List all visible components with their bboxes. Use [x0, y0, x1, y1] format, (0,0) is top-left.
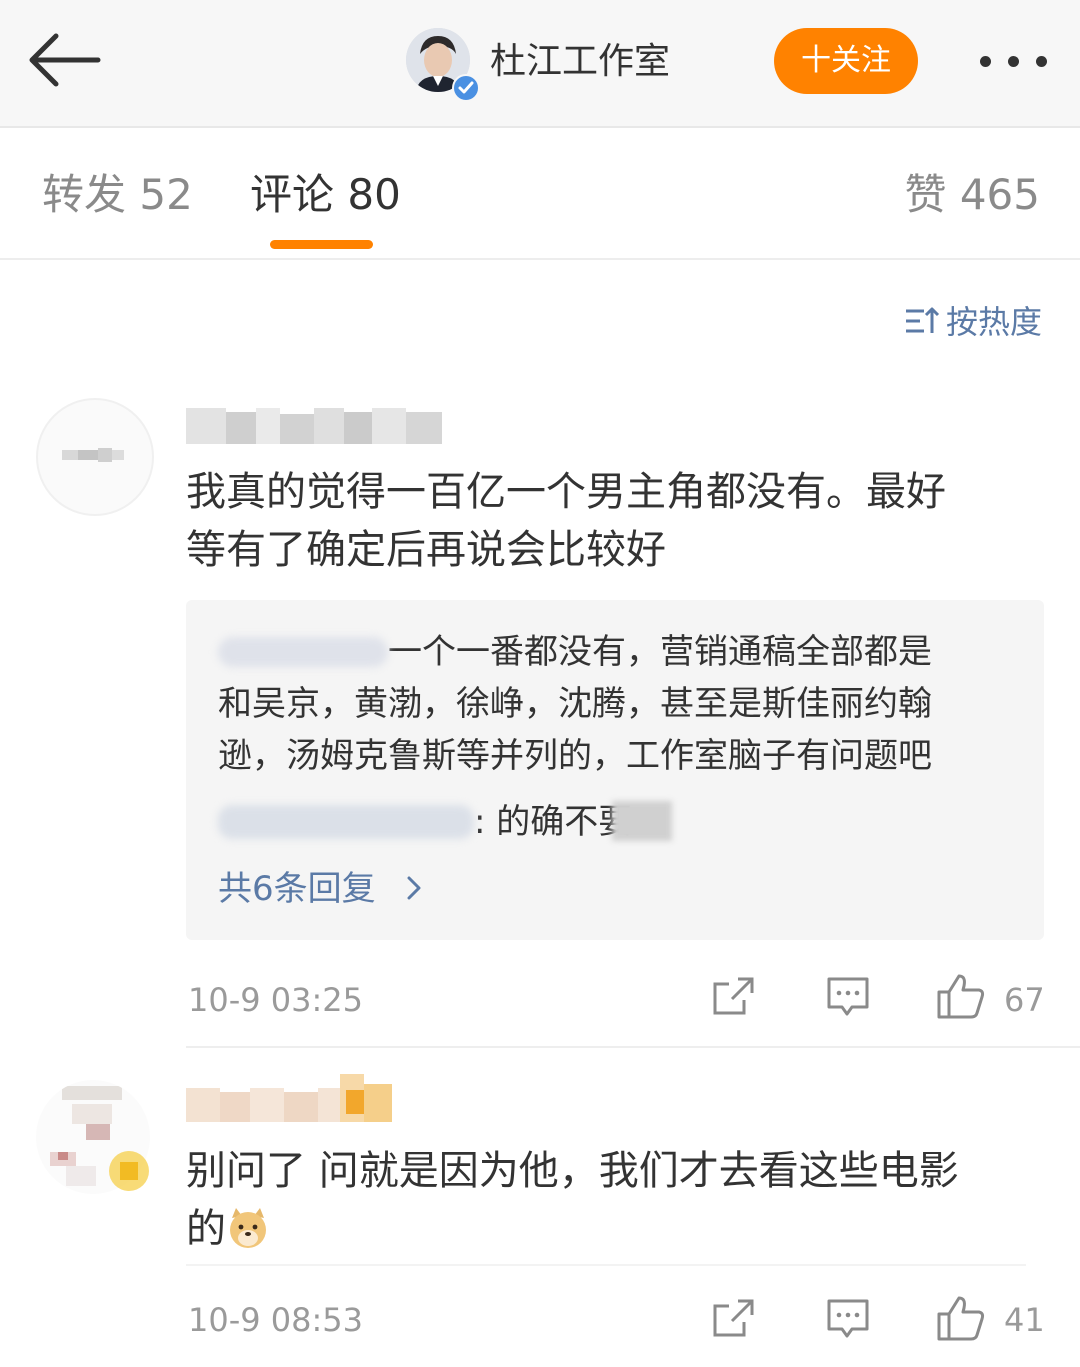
comment-icon[interactable] [826, 1298, 870, 1344]
follow-button[interactable]: 十关注 [774, 28, 918, 94]
comment-text-tail: 的 [186, 1206, 226, 1252]
sort-icon [904, 304, 940, 336]
reply-line: 一个一番都没有，营销通稿全部都是 [218, 626, 932, 678]
like-count: 67 [1004, 981, 1045, 1019]
comment-icon[interactable] [826, 976, 870, 1022]
tab-comment[interactable]: 评论 80 [250, 168, 401, 222]
reply-count-label: 共6条回复 [218, 869, 376, 909]
comment-divider [186, 1264, 1026, 1266]
reply-text: 一个一番都没有，营销通稿全部都是 [388, 632, 932, 672]
sort-by-hot-button[interactable]: 按热度 [904, 300, 1042, 344]
comment-text-line: 的 [186, 1200, 1026, 1258]
comment-timestamp: 10-9 03:25 [188, 981, 364, 1019]
back-arrow-icon[interactable] [26, 28, 106, 92]
replier-name-blurred [218, 637, 388, 667]
member-badge-icon [106, 1148, 152, 1198]
reply-text: : 的确不要 [474, 802, 633, 842]
commenter-name-pixelated[interactable] [186, 1074, 392, 1122]
comment-timestamp: 10-9 08:53 [188, 1301, 364, 1339]
comment-text-line: 别问了 问就是因为他，我们才去看这些电影 [186, 1148, 959, 1194]
commenter-avatar[interactable] [36, 398, 154, 516]
comment-text-line: 等有了确定后再说会比较好 [186, 527, 666, 573]
reply-line: : 的确不要 [218, 796, 673, 848]
comment-body: 别问了 问就是因为他，我们才去看这些电影 的 [186, 1142, 1026, 1258]
thumbs-up-icon[interactable] [936, 1294, 986, 1346]
tab-like[interactable]: 赞 465 [904, 168, 1040, 222]
reply-line: 逊，汤姆克鲁斯等并列的，工作室脑子有问题吧 [218, 736, 932, 776]
top-navigation-bar: 杜江工作室 十关注 [0, 0, 1080, 128]
reply-line: 和吴京，黄渤，徐峥，沈腾，甚至是斯佳丽约翰 [218, 684, 932, 724]
share-icon[interactable] [712, 1298, 756, 1342]
comment-divider [186, 1046, 1080, 1048]
account-name[interactable]: 杜江工作室 [490, 36, 670, 88]
view-all-replies-link[interactable]: 共6条回复 [218, 864, 424, 914]
verified-badge-icon [452, 74, 480, 102]
tab-bar: 转发 52 评论 80 赞 465 [0, 128, 1080, 260]
reply-preview-box[interactable]: 一个一番都没有，营销通稿全部都是 和吴京，黄渤，徐峥，沈腾，甚至是斯佳丽约翰 逊… [186, 600, 1044, 940]
more-options-icon[interactable] [978, 46, 1050, 76]
like-count: 41 [1004, 1301, 1045, 1339]
commenter-name-pixelated[interactable] [186, 408, 442, 444]
chevron-right-icon [404, 866, 424, 900]
share-icon[interactable] [712, 976, 756, 1020]
sort-label: 按热度 [945, 303, 1042, 341]
reply-text-blurred [612, 801, 673, 841]
comment-body: 我真的觉得一百亿一个男主角都没有。最好 等有了确定后再说会比较好 [186, 463, 1026, 579]
tab-repost[interactable]: 转发 52 [42, 168, 193, 222]
comment-text-line: 我真的觉得一百亿一个男主角都没有。最好 [186, 469, 946, 515]
active-tab-indicator [270, 240, 373, 249]
doge-emoji-icon [226, 1206, 270, 1250]
replier-name-blurred [218, 805, 474, 839]
thumbs-up-icon[interactable] [936, 972, 986, 1024]
